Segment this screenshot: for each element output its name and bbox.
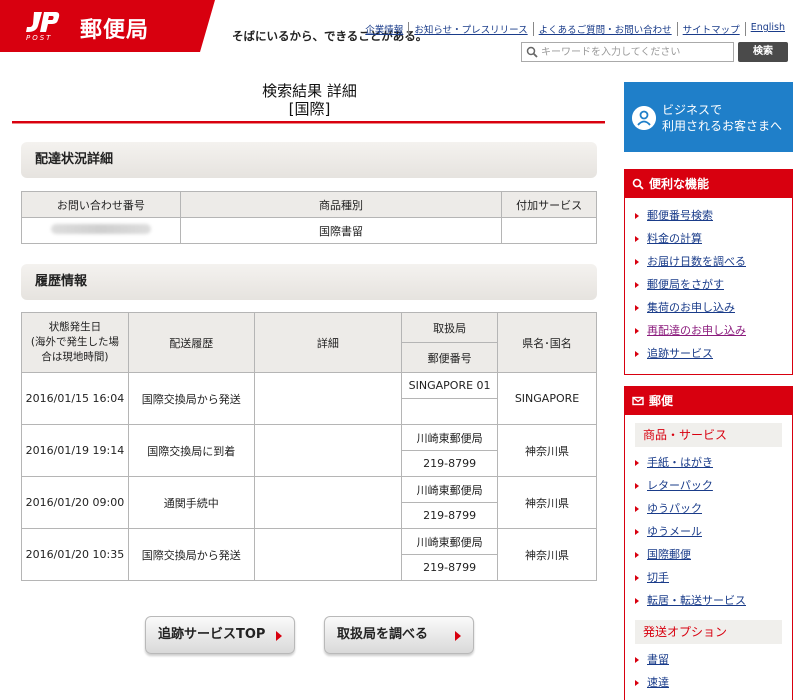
search-button[interactable]: 検索 bbox=[738, 42, 788, 62]
history-detail bbox=[253, 476, 403, 529]
page-title-line2: [国際] bbox=[288, 100, 331, 118]
find-office-label: 取扱局を調べる bbox=[337, 627, 429, 642]
mail-panel: 郵便 商品・サービス 手紙・はがき レターパック ゆうパック ゆうメール 国際郵… bbox=[624, 386, 793, 700]
sidebar-item-find-office[interactable]: 郵便局をさがす bbox=[635, 273, 792, 296]
tracking-number-redacted bbox=[50, 224, 151, 234]
extra-service-cell bbox=[501, 217, 597, 244]
logo-banner[interactable]: POST 郵便局 bbox=[0, 0, 215, 52]
products-list: 手紙・はがき レターパック ゆうパック ゆうメール 国際郵便 切手 転居・転送サ… bbox=[625, 447, 792, 612]
history-status: 国際交換局から発送 bbox=[127, 372, 255, 425]
history-header-date: 状態発生日 (海外で発生した場合は現地時間) bbox=[21, 312, 129, 373]
history-status: 通関手続中 bbox=[127, 476, 255, 529]
envelope-icon bbox=[632, 396, 644, 406]
link-english[interactable]: English bbox=[744, 22, 790, 36]
history-status: 国際交換局に到着 bbox=[127, 424, 255, 477]
jp-logo-icon bbox=[26, 12, 60, 32]
search-box bbox=[521, 42, 734, 62]
history-header-status: 配送履歴 bbox=[127, 312, 255, 373]
search-input[interactable] bbox=[541, 43, 731, 61]
useful-features-panel: 便利な機能 郵便番号検索 料金の計算 お届け日数を調べる 郵便局をさがす 集荷の… bbox=[624, 169, 793, 375]
history-date: 2016/01/15 16:04 bbox=[21, 372, 129, 425]
history-office: SINGAPORE 01 bbox=[401, 372, 499, 399]
title-divider bbox=[12, 121, 605, 124]
history-header-office: 取扱局 bbox=[401, 312, 499, 343]
arrow-right-icon bbox=[455, 631, 461, 641]
business-banner-text: ビジネスで 利用されるお客さまへ bbox=[662, 103, 783, 133]
sidebar-item-tracking[interactable]: 追跡サービス bbox=[635, 342, 792, 365]
history-postal: 219-8799 bbox=[401, 450, 499, 477]
tracking-top-label: 追跡サービスTOP bbox=[158, 627, 266, 642]
options-list: 書留 速達 bbox=[625, 644, 792, 694]
sidebar-item-letters[interactable]: 手紙・はがき bbox=[635, 451, 792, 474]
sidebar-item-forwarding[interactable]: 転居・転送サービス bbox=[635, 589, 792, 612]
history-status: 国際交換局から発送 bbox=[127, 528, 255, 581]
find-office-button[interactable]: 取扱局を調べる bbox=[324, 616, 474, 654]
mail-header: 郵便 bbox=[625, 387, 792, 415]
history-date: 2016/01/19 19:14 bbox=[21, 424, 129, 477]
tracking-number-cell bbox=[21, 217, 181, 244]
history-detail bbox=[253, 528, 403, 581]
summary-header-service: 付加サービス bbox=[501, 191, 597, 218]
page-title-line1: 検索結果 詳細 bbox=[262, 82, 357, 100]
summary-header-tracking: お問い合わせ番号 bbox=[21, 191, 181, 218]
section-history: 履歴情報 bbox=[21, 264, 597, 300]
sidebar-item-letterpack[interactable]: レターパック bbox=[635, 474, 792, 497]
history-table: 状態発生日 (海外で発生した場合は現地時間) 配送履歴 詳細 取扱局 県名･国名… bbox=[21, 312, 597, 581]
sidebar-item-yumail[interactable]: ゆうメール bbox=[635, 520, 792, 543]
history-date: 2016/01/20 09:00 bbox=[21, 476, 129, 529]
useful-features-header: 便利な機能 bbox=[625, 170, 792, 198]
site-header: POST 郵便局 そばにいるから、できることがある。 企業情報 お知らせ・プレス… bbox=[0, 0, 800, 62]
sidebar-item-redelivery[interactable]: 再配達のお申し込み bbox=[635, 319, 792, 342]
page-title: 検索結果 詳細 [国際] bbox=[12, 82, 607, 118]
search-icon bbox=[632, 178, 644, 190]
history-header-region: 県名･国名 bbox=[497, 312, 597, 373]
link-news[interactable]: お知らせ・プレスリリース bbox=[408, 22, 532, 36]
useful-features-list: 郵便番号検索 料金の計算 お届け日数を調べる 郵便局をさがす 集荷のお申し込み … bbox=[625, 198, 792, 365]
sidebar-item-postal-code[interactable]: 郵便番号検索 bbox=[635, 204, 792, 227]
section-delivery-status: 配達状況詳細 bbox=[21, 142, 597, 178]
history-postal bbox=[401, 398, 499, 425]
history-office: 川崎東郵便局 bbox=[401, 476, 499, 503]
history-region: SINGAPORE bbox=[497, 372, 597, 425]
logo-post-text: POST bbox=[26, 34, 53, 42]
sidebar-item-international-mail[interactable]: 国際郵便 bbox=[635, 543, 792, 566]
summary-header-product: 商品種別 bbox=[179, 191, 503, 218]
history-postal: 219-8799 bbox=[401, 554, 499, 581]
summary-table: お問い合わせ番号 商品種別 付加サービス 国際書留 bbox=[21, 191, 597, 244]
sidebar-item-stamps[interactable]: 切手 bbox=[635, 566, 792, 589]
history-postal: 219-8799 bbox=[401, 502, 499, 529]
shipping-options-subhead: 発送オプション bbox=[635, 620, 782, 644]
search-icon bbox=[526, 46, 538, 58]
link-corporate[interactable]: 企業情報 bbox=[360, 22, 408, 36]
arrow-right-icon bbox=[276, 631, 282, 641]
sidebar-item-delivery-days[interactable]: お届け日数を調べる bbox=[635, 250, 792, 273]
history-region: 神奈川県 bbox=[497, 424, 597, 477]
sidebar-item-express[interactable]: 速達 bbox=[635, 671, 792, 694]
sidebar-item-pickup[interactable]: 集荷のお申し込み bbox=[635, 296, 792, 319]
history-header-detail: 詳細 bbox=[253, 312, 403, 373]
person-icon bbox=[632, 106, 656, 130]
tracking-top-button[interactable]: 追跡サービスTOP bbox=[145, 616, 295, 654]
history-office: 川崎東郵便局 bbox=[401, 424, 499, 451]
history-header-postal: 郵便番号 bbox=[401, 342, 499, 373]
history-detail bbox=[253, 372, 403, 425]
history-office: 川崎東郵便局 bbox=[401, 528, 499, 555]
link-faq[interactable]: よくあるご質問・お問い合わせ bbox=[532, 22, 677, 36]
business-banner[interactable]: ビジネスで 利用されるお客さまへ bbox=[624, 82, 793, 152]
sidebar-item-fee-calc[interactable]: 料金の計算 bbox=[635, 227, 792, 250]
sidebar-item-registered[interactable]: 書留 bbox=[635, 648, 792, 671]
product-type-cell: 国際書留 bbox=[179, 217, 503, 244]
mail-title: 郵便 bbox=[649, 394, 674, 408]
sidebar-item-yupack[interactable]: ゆうパック bbox=[635, 497, 792, 520]
useful-features-title: 便利な機能 bbox=[649, 177, 710, 191]
products-services-subhead: 商品・サービス bbox=[635, 423, 782, 447]
history-region: 神奈川県 bbox=[497, 528, 597, 581]
top-links: 企業情報 お知らせ・プレスリリース よくあるご質問・お問い合わせ サイトマップ … bbox=[360, 22, 790, 36]
history-detail bbox=[253, 424, 403, 477]
logo-name: 郵便局 bbox=[80, 18, 150, 43]
link-sitemap[interactable]: サイトマップ bbox=[676, 22, 745, 36]
history-region: 神奈川県 bbox=[497, 476, 597, 529]
history-date: 2016/01/20 10:35 bbox=[21, 528, 129, 581]
